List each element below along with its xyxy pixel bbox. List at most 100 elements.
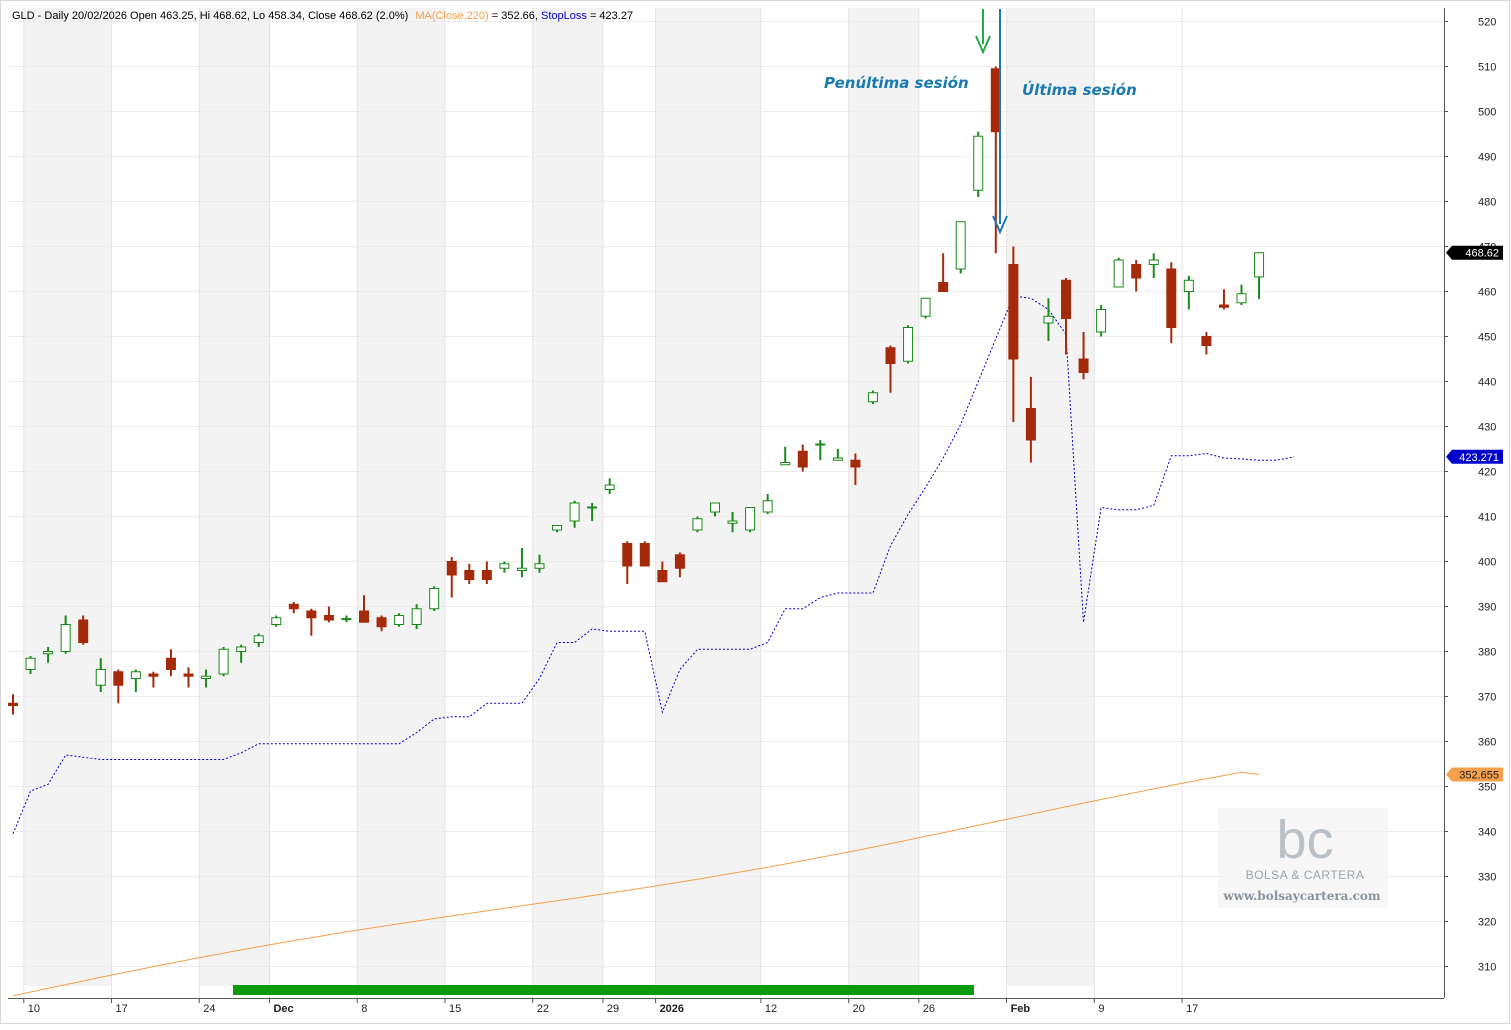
candle-body [973, 135, 984, 191]
candle-body [1096, 309, 1107, 333]
candle-body [165, 657, 176, 670]
candle-body [920, 297, 931, 317]
candle-body [745, 507, 756, 531]
chart-root: bc BOLSA & CARTERA www.bolsaycartera.com… [0, 0, 1511, 1025]
candle-body [1043, 315, 1054, 324]
candle-body [1025, 408, 1036, 441]
y-tick-label: 350 [1478, 782, 1496, 794]
candle-body [657, 570, 668, 583]
y-tick-label: 520 [1478, 17, 1496, 29]
candle-body [727, 520, 738, 524]
chart-header: GLD - Daily 20/02/2026 Open 463.25, Hi 4… [12, 10, 633, 22]
week-band [848, 8, 919, 986]
candle [867, 390, 878, 404]
candle-body [885, 347, 896, 364]
y-tick-label: 510 [1478, 62, 1496, 74]
candle-body [201, 675, 212, 679]
x-tick-label: 15 [449, 1003, 461, 1015]
candle-body [1078, 358, 1089, 373]
header-sl-value: = 423.27 [590, 10, 633, 22]
candle-body [481, 570, 492, 580]
candle-body [938, 282, 949, 292]
candle-body [832, 457, 843, 461]
candle [973, 131, 984, 197]
candle-body [604, 484, 615, 490]
trend-bar [233, 985, 974, 995]
candle-body [1236, 293, 1247, 304]
candle [78, 615, 89, 645]
week-band [199, 8, 270, 986]
annotation-penultimate: Penúltima sesión [824, 74, 969, 92]
candle-body [306, 610, 317, 619]
candle [692, 516, 703, 533]
candle-body [429, 588, 440, 610]
candle [218, 647, 229, 677]
candle-body [622, 543, 633, 567]
candle-body [499, 563, 510, 569]
candle-body [692, 518, 703, 531]
x-tick-label: 17 [1186, 1003, 1198, 1015]
week-band [532, 8, 603, 986]
candle [394, 613, 405, 627]
candle-body [1061, 279, 1071, 319]
candle [903, 325, 914, 364]
y-tick-label: 360 [1478, 737, 1496, 749]
y-tick-label: 430 [1478, 422, 1496, 434]
candle-body [1183, 279, 1194, 292]
candle-body [1113, 259, 1124, 288]
candle-body [552, 525, 563, 531]
x-tick-label: 17 [116, 1003, 128, 1015]
candle-body [762, 500, 773, 513]
x-tick-label: Feb [1011, 1003, 1031, 1015]
candle-body [1166, 268, 1177, 328]
y-tick-label: 500 [1478, 107, 1496, 119]
week-band [23, 8, 112, 986]
candle-body [990, 68, 1001, 133]
x-tick-label: 29 [607, 1003, 619, 1015]
candle-body [850, 459, 861, 468]
y-tick-label: 440 [1478, 377, 1496, 389]
candle-body [534, 563, 545, 569]
ma-price-tag-text: 352.655 [1459, 770, 1499, 782]
x-tick-label: 2026 [660, 1003, 684, 1015]
candle [1113, 257, 1124, 288]
x-tick-label: 24 [203, 1003, 215, 1015]
y-tick-label: 390 [1478, 602, 1496, 614]
candle-body [1131, 264, 1142, 279]
candle-body [359, 610, 369, 623]
candle-body [394, 615, 405, 625]
header-ma-label: MA(Close,220) [415, 10, 488, 22]
candle-body [710, 502, 720, 513]
candle-body [376, 617, 387, 628]
candle-body [1148, 259, 1159, 265]
candle-body [780, 462, 791, 466]
y-tick-label: 400 [1478, 557, 1496, 569]
candle-body [903, 327, 914, 362]
y-tick-label: 410 [1478, 512, 1496, 524]
candle-body [446, 561, 457, 576]
candle [955, 221, 966, 274]
header-ticker-info: GLD - Daily 20/02/2026 Open 463.25, Hi 4… [12, 10, 408, 22]
candle-body [236, 646, 247, 652]
candle-body [323, 615, 334, 621]
candle-body [1201, 336, 1212, 346]
header-sl-label: StopLoss [541, 10, 587, 22]
candle [920, 297, 931, 319]
candle [639, 541, 650, 567]
y-tick-label: 320 [1478, 917, 1496, 929]
y-tick-label: 380 [1478, 647, 1496, 659]
y-tick-label: 330 [1478, 872, 1496, 884]
week-band [1006, 8, 1095, 986]
candle-body [1254, 252, 1265, 278]
x-tick-label: Dec [273, 1003, 293, 1015]
stoploss-price-tag-text: 423.271 [1459, 452, 1499, 464]
close-price-tag-text: 468.62 [1465, 248, 1499, 260]
candle-body [955, 221, 966, 270]
x-tick-label: 12 [765, 1003, 777, 1015]
candle-body [148, 673, 159, 677]
y-tick-label: 420 [1478, 467, 1496, 479]
candle-body [569, 502, 580, 522]
y-tick-label: 490 [1478, 152, 1496, 164]
candle-body [674, 554, 685, 569]
candle-body [43, 651, 54, 655]
